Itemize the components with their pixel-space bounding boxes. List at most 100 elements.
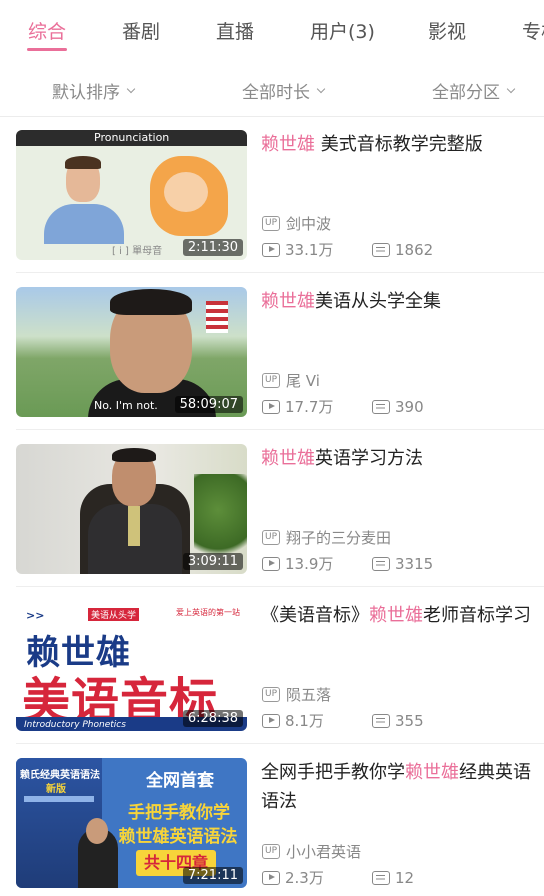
- danmaku-count: 1862: [395, 240, 434, 259]
- thumbnail-caption: [ i ] 單母音: [112, 246, 163, 257]
- thumbnail-subtitle: No. I'm not.: [94, 399, 158, 412]
- thumbnail-line: 手把手教你学: [128, 803, 230, 823]
- divider: [16, 272, 544, 273]
- chevron-down-icon: [506, 84, 516, 93]
- danmaku-count: 355: [395, 711, 424, 730]
- chevron-down-icon: [316, 84, 326, 93]
- danmaku-icon: [372, 556, 390, 571]
- chevron-down-icon: [126, 84, 136, 93]
- video-card[interactable]: 赖氏经典英语语法 新版 全网首套 手把手教你学 赖世雄英语语法 共十四章 7:2…: [0, 745, 544, 896]
- uploader-row[interactable]: UP 翔子的三分麦田: [262, 527, 391, 548]
- title-highlight: 赖世雄: [369, 605, 423, 626]
- book-title: 赖氏经典英语语法: [20, 770, 100, 781]
- video-thumbnail[interactable]: >> 美语从头学 爱上英语的第一站 赖世雄 美语音标 Introductory …: [16, 601, 247, 731]
- views-stat: 33.1万: [262, 239, 333, 260]
- mouth-diagram-inner: [164, 172, 208, 212]
- danmaku-count: 12: [395, 868, 415, 887]
- views-count: 8.1万: [285, 712, 324, 730]
- video-card[interactable]: 3:09:11 赖世雄英语学习方法 UP 翔子的三分麦田 13.9万 3315: [0, 431, 544, 587]
- uploader-row[interactable]: UP 陨五落: [262, 684, 331, 705]
- views-stat: 2.3万: [262, 867, 324, 888]
- title-text: 老师音标学习: [423, 605, 531, 626]
- active-tab-indicator: [27, 48, 67, 51]
- teacher-figure: [44, 156, 124, 248]
- uploader-name: 小小君英语: [286, 843, 362, 861]
- filter-bar: 默认排序 全部时长 全部分区: [0, 68, 544, 112]
- stats-row: 13.9万 3315: [262, 553, 433, 574]
- title-text: 英语学习方法: [315, 448, 423, 469]
- tab-articles[interactable]: 专栏: [522, 17, 544, 44]
- video-card[interactable]: No. I'm not. 58:09:07 赖世雄美语从头学全集 UP 尾 Vi…: [0, 274, 544, 430]
- tab-movies[interactable]: 影视: [428, 17, 466, 44]
- divider: [16, 586, 544, 587]
- danmaku-stat: 1862: [372, 241, 433, 259]
- video-card[interactable]: Pronunciation [ i ] 單母音 2:11:30 赖世雄 美式音标…: [0, 117, 544, 273]
- video-title[interactable]: 赖世雄美语从头学全集: [261, 287, 539, 316]
- thumbnail-series-label: >>: [26, 609, 45, 622]
- danmaku-stat: 355: [372, 712, 424, 730]
- duration-filter[interactable]: 全部时长: [242, 78, 326, 103]
- book-subtitle-bar: [24, 796, 94, 802]
- up-icon: UP: [262, 844, 281, 859]
- play-count-icon: [262, 399, 280, 414]
- views-stat: 13.9万: [262, 553, 333, 574]
- thumbnail-banner: Pronunciation: [16, 130, 247, 146]
- video-title[interactable]: 《美语音标》赖世雄老师音标学习: [261, 601, 539, 630]
- play-count-icon: [262, 870, 280, 885]
- uploader-name: 尾 Vi: [286, 372, 320, 390]
- play-count-icon: [262, 713, 280, 728]
- thumbnail-line: 赖世雄英语语法: [118, 827, 238, 847]
- video-thumbnail[interactable]: Pronunciation [ i ] 單母音 2:11:30: [16, 130, 247, 260]
- title-highlight: 赖世雄: [261, 448, 315, 469]
- presenter-hair: [110, 289, 192, 315]
- video-thumbnail[interactable]: No. I'm not. 58:09:07: [16, 287, 247, 417]
- thumbnail-line: 全网首套: [146, 771, 214, 791]
- divider: [16, 429, 544, 430]
- tab-all[interactable]: 综合: [28, 17, 66, 44]
- danmaku-stat: 390: [372, 398, 424, 416]
- duration-badge: 7:21:11: [182, 867, 243, 884]
- views-stat: 8.1万: [262, 710, 324, 731]
- title-text: 美语从头学全集: [315, 291, 441, 312]
- title-highlight: 赖世雄: [261, 134, 315, 155]
- views-count: 13.9万: [285, 555, 334, 573]
- uploader-row[interactable]: UP 小小君英语: [262, 841, 361, 862]
- title-text: 全网手把手教你学: [261, 762, 405, 783]
- uploader-name: 剑中波: [286, 215, 332, 233]
- duration-badge: 2:11:30: [182, 239, 243, 256]
- stats-row: 8.1万 355: [262, 710, 424, 731]
- up-icon: UP: [262, 687, 281, 702]
- category-filter[interactable]: 全部分区: [432, 78, 516, 103]
- stats-row: 17.7万 390: [262, 396, 424, 417]
- tab-users[interactable]: 用户(3): [310, 17, 375, 44]
- uploader-row[interactable]: UP 剑中波: [262, 213, 331, 234]
- danmaku-stat: 3315: [372, 555, 433, 573]
- title-highlight: 赖世雄: [405, 762, 459, 783]
- category-filter-label: 全部分区: [432, 83, 500, 103]
- presenter-hair: [112, 448, 156, 462]
- book-edition: 新版: [46, 784, 66, 795]
- video-title[interactable]: 全网手把手教你学赖世雄经典英语语法: [261, 758, 539, 816]
- views-count: 33.1万: [285, 241, 334, 259]
- danmaku-icon: [372, 242, 390, 257]
- search-tabs: 综合 番剧 直播 用户(3) 影视 专栏: [0, 0, 544, 60]
- uploader-row[interactable]: UP 尾 Vi: [262, 370, 320, 391]
- sort-filter-label: 默认排序: [52, 83, 120, 103]
- uploader-name: 翔子的三分麦田: [286, 529, 392, 547]
- video-title[interactable]: 赖世雄英语学习方法: [261, 444, 539, 473]
- tab-bangumi[interactable]: 番剧: [122, 17, 160, 44]
- duration-badge: 58:09:07: [174, 396, 243, 413]
- stats-row: 2.3万 12: [262, 867, 414, 888]
- divider: [16, 743, 544, 744]
- tab-live[interactable]: 直播: [216, 17, 254, 44]
- stats-row: 33.1万 1862: [262, 239, 433, 260]
- author-head: [86, 818, 108, 844]
- sort-filter[interactable]: 默认排序: [52, 78, 136, 103]
- video-thumbnail[interactable]: 赖氏经典英语语法 新版 全网首套 手把手教你学 赖世雄英语语法 共十四章 7:2…: [16, 758, 247, 888]
- video-card[interactable]: >> 美语从头学 爱上英语的第一站 赖世雄 美语音标 Introductory …: [0, 588, 544, 744]
- video-title[interactable]: 赖世雄 美式音标教学完整版: [261, 130, 539, 159]
- video-thumbnail[interactable]: 3:09:11: [16, 444, 247, 574]
- danmaku-icon: [372, 399, 390, 414]
- danmaku-count: 390: [395, 397, 424, 416]
- play-count-icon: [262, 242, 280, 257]
